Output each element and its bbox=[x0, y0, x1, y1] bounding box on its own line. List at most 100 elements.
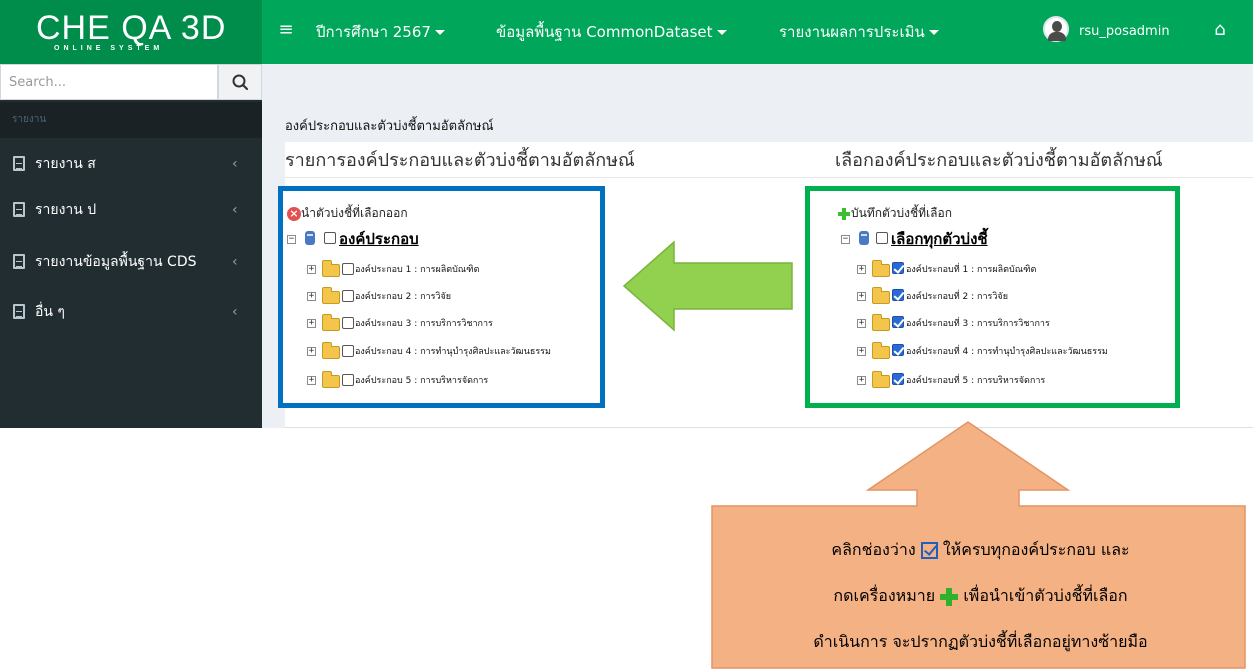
tree-item-label[interactable]: องค์ประกอบ 3 : การบริการวิชาการ bbox=[355, 317, 493, 331]
expand-toggle-icon[interactable]: + bbox=[857, 376, 866, 385]
folder-icon bbox=[872, 287, 890, 304]
tree-item-label[interactable]: องค์ประกอบ 2 : การวิจัย bbox=[355, 290, 451, 304]
chevron-left-icon: ‹ bbox=[232, 202, 238, 218]
item-checkbox-checked[interactable] bbox=[892, 316, 904, 328]
remove-icon: × bbox=[287, 206, 301, 221]
expand-toggle-icon[interactable]: + bbox=[857, 265, 866, 274]
folder-icon bbox=[872, 260, 890, 277]
page-title: องค์ประกอบและตัวบ่งชี้ตามอัตลักษณ์ bbox=[285, 119, 494, 134]
expand-toggle-icon[interactable]: + bbox=[857, 347, 866, 356]
hamburger-icon[interactable]: ≡ bbox=[276, 18, 296, 42]
remove-selected-button[interactable]: × นำตัวบ่งชี้ที่เลือกออก bbox=[287, 204, 408, 222]
logo-subtext: ONLINE SYSTEM bbox=[54, 45, 164, 52]
sidebar-header: รายงาน bbox=[12, 114, 47, 125]
expand-toggle-icon[interactable]: + bbox=[307, 376, 316, 385]
sidebar-header-band: รายงาน bbox=[0, 102, 262, 138]
nav-evaluation-report-label: รายงานผลการประเมิน bbox=[779, 23, 925, 41]
app-root: CHE QA 3D ONLINE SYSTEM ≡ ปีการศึกษา 256… bbox=[0, 0, 1253, 672]
brand-area[interactable]: CHE QA 3D ONLINE SYSTEM bbox=[0, 0, 262, 64]
expand-toggle-icon[interactable]: + bbox=[307, 347, 316, 356]
sidebar-item-label: รายงาน ป bbox=[35, 202, 97, 218]
root-checkbox[interactable] bbox=[324, 232, 336, 244]
search-button[interactable] bbox=[218, 64, 262, 100]
folder-icon bbox=[322, 342, 340, 359]
right-section-title: เลือกองค์ประกอบและตัวบ่งชี้ตามอัตลักษณ์ bbox=[835, 150, 1163, 171]
nav-common-dataset[interactable]: ข้อมูลพื้นฐาน CommonDataset bbox=[496, 20, 727, 44]
item-checkbox[interactable] bbox=[342, 290, 354, 302]
logo-text: CHE QA 3D bbox=[36, 9, 227, 47]
folder-icon bbox=[322, 260, 340, 277]
sidebar-search bbox=[0, 64, 262, 100]
tree-item-label[interactable]: องค์ประกอบที่ 1 : การผลิตบัณฑิต bbox=[906, 263, 1036, 277]
item-checkbox-checked[interactable] bbox=[892, 373, 904, 385]
user-avatar-icon[interactable] bbox=[1043, 16, 1069, 42]
item-checkbox[interactable] bbox=[342, 374, 354, 386]
logo: CHE QA 3D ONLINE SYSTEM bbox=[36, 10, 236, 54]
save-selected-button[interactable]: บันทึกตัวบ่งชี้ที่เลือก bbox=[837, 204, 952, 222]
search-input[interactable] bbox=[0, 64, 218, 100]
select-all-label[interactable]: เลือกทุกตัวบ่งชี้ bbox=[891, 228, 988, 250]
item-checkbox-checked[interactable] bbox=[892, 344, 904, 356]
left-section-title: รายการองค์ประกอบและตัวบ่งชี้ตามอัตลักษณ์ bbox=[285, 150, 635, 171]
tree-item-label[interactable]: องค์ประกอบ 5 : การบริหารจัดการ bbox=[355, 374, 488, 388]
sidebar-item-report-cds[interactable]: รายงานข้อมูลพื้นฐาน CDS ‹ bbox=[0, 240, 262, 284]
plus-icon bbox=[940, 587, 959, 606]
nav-common-dataset-label: ข้อมูลพื้นฐาน CommonDataset bbox=[496, 23, 713, 41]
collapse-toggle-icon[interactable]: − bbox=[841, 235, 850, 244]
callout-line-2: กดเครื่องหมาย เพื่อนำเข้าตัวบ่งชี้ที่เลื… bbox=[712, 584, 1249, 608]
tree-item-label[interactable]: องค์ประกอบ 1 : การผลิตบัณฑิต bbox=[355, 263, 479, 277]
folder-icon bbox=[322, 371, 340, 388]
callout-line-1b: ให้ครบทุกองค์ประกอบ และ bbox=[942, 540, 1130, 559]
callout-line-1: คลิกช่องว่าง ให้ครบทุกองค์ประกอบ และ bbox=[712, 538, 1249, 562]
tree-item-label[interactable]: องค์ประกอบ 4 : การทำนุบำรุงศิลปะและวัฒนธ… bbox=[355, 345, 551, 359]
document-icon bbox=[13, 304, 25, 319]
callout-line-2b: เพื่อนำเข้าตัวบ่งชี้ที่เลือก bbox=[963, 586, 1128, 605]
expand-toggle-icon[interactable]: + bbox=[857, 292, 866, 301]
home-icon[interactable]: ⌂ bbox=[1207, 17, 1233, 43]
item-checkbox[interactable] bbox=[342, 263, 354, 275]
tree-root-label[interactable]: องค์ประกอบ bbox=[339, 228, 419, 250]
item-checkbox-checked[interactable] bbox=[892, 289, 904, 301]
caret-down-icon bbox=[434, 30, 445, 35]
document-icon bbox=[13, 202, 25, 217]
sidebar: รายงาน รายงาน ส ‹ รายงาน ป ‹ รายงานข้อมู… bbox=[0, 64, 262, 428]
folder-icon bbox=[322, 314, 340, 331]
caret-down-icon bbox=[928, 30, 939, 35]
item-checkbox[interactable] bbox=[342, 345, 354, 357]
sidebar-item-label: อื่น ๆ bbox=[35, 304, 65, 320]
sidebar-item-others[interactable]: อื่น ๆ ‹ bbox=[0, 290, 262, 334]
arrow-left-icon bbox=[622, 240, 793, 332]
expand-toggle-icon[interactable]: + bbox=[307, 265, 316, 274]
tree-item-label[interactable]: องค์ประกอบที่ 5 : การบริหารจัดการ bbox=[906, 374, 1045, 388]
callout-line-3: ดำเนินการ จะปรากฏตัวบ่งชี้ที่เลือกอยู่ทา… bbox=[813, 632, 1148, 651]
document-icon bbox=[13, 156, 25, 171]
folder-icon bbox=[322, 287, 340, 304]
remove-selected-label: นำตัวบ่งชี้ที่เลือกออก bbox=[301, 206, 408, 220]
folder-icon bbox=[872, 342, 890, 359]
select-all-checkbox[interactable] bbox=[876, 232, 888, 244]
tree-item-label[interactable]: องค์ประกอบที่ 2 : การวิจัย bbox=[906, 290, 1008, 304]
folder-icon bbox=[872, 371, 890, 388]
item-checkbox-checked[interactable] bbox=[892, 262, 904, 274]
user-name[interactable]: rsu_posadmin bbox=[1079, 20, 1170, 44]
tree-item-label[interactable]: องค์ประกอบที่ 4 : การทำนุบำรุงศิลปะและวั… bbox=[906, 345, 1108, 359]
chevron-left-icon: ‹ bbox=[232, 304, 238, 320]
save-selected-label: บันทึกตัวบ่งชี้ที่เลือก bbox=[851, 206, 952, 220]
chevron-left-icon: ‹ bbox=[232, 156, 238, 172]
database-icon bbox=[305, 231, 315, 245]
sidebar-item-report-p[interactable]: รายงาน ป ‹ bbox=[0, 188, 262, 232]
nav-academic-year[interactable]: ปีการศึกษา 2567 bbox=[316, 20, 445, 44]
sidebar-item-label: รายงาน ส bbox=[35, 156, 96, 172]
expand-toggle-icon[interactable]: + bbox=[857, 319, 866, 328]
expand-toggle-icon[interactable]: + bbox=[307, 319, 316, 328]
tree-item-label[interactable]: องค์ประกอบที่ 3 : การบริการวิชาการ bbox=[906, 317, 1050, 331]
nav-evaluation-report[interactable]: รายงานผลการประเมิน bbox=[779, 20, 939, 44]
expand-toggle-icon[interactable]: + bbox=[307, 292, 316, 301]
caret-down-icon bbox=[716, 30, 727, 35]
callout-line-1a: คลิกช่องว่าง bbox=[831, 540, 916, 559]
sidebar-item-label: รายงานข้อมูลพื้นฐาน CDS bbox=[35, 254, 197, 270]
sidebar-item-report-s[interactable]: รายงาน ส ‹ bbox=[0, 142, 262, 186]
item-checkbox[interactable] bbox=[342, 317, 354, 329]
top-navbar: CHE QA 3D ONLINE SYSTEM ≡ ปีการศึกษา 256… bbox=[0, 0, 1253, 64]
collapse-toggle-icon[interactable]: − bbox=[287, 235, 296, 244]
